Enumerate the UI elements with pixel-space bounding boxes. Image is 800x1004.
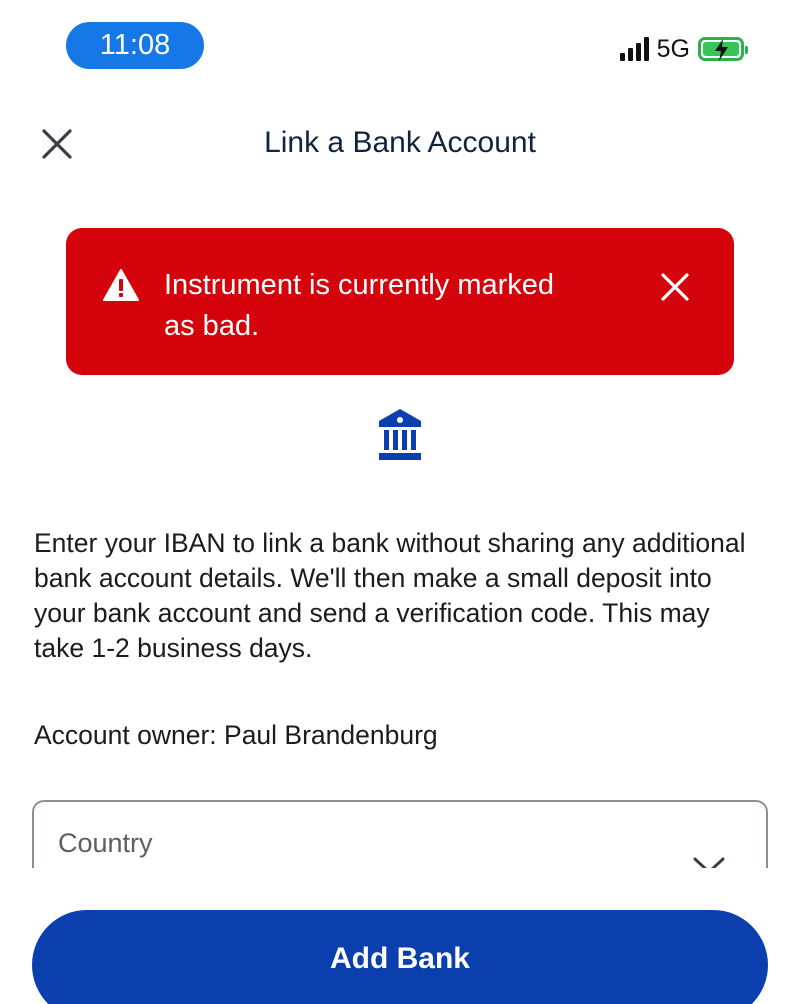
warning-icon (103, 269, 139, 301)
status-time: 11:08 (66, 22, 204, 69)
alert-dismiss-button[interactable] (660, 272, 690, 302)
page-title: Link a Bank Account (264, 126, 536, 159)
network-type: 5G (656, 34, 690, 63)
country-select-label: Country (58, 828, 153, 858)
country-select[interactable]: Country (32, 800, 768, 868)
cellular-signal-icon (619, 37, 649, 61)
error-alert: Instrument is currently marked as bad. (66, 228, 734, 375)
bank-icon (379, 409, 421, 460)
status-indicators: 5G (619, 34, 748, 64)
chevron-down-icon (693, 857, 725, 868)
account-owner: Account owner: Paul Brandenburg (34, 720, 438, 750)
alert-message: Instrument is currently marked as bad. (164, 269, 555, 342)
add-bank-button[interactable]: Add Bank (32, 910, 768, 1004)
battery-charging-icon (698, 37, 748, 61)
close-icon (661, 273, 689, 301)
iban-description: Enter your IBAN to link a bank without s… (34, 528, 746, 663)
